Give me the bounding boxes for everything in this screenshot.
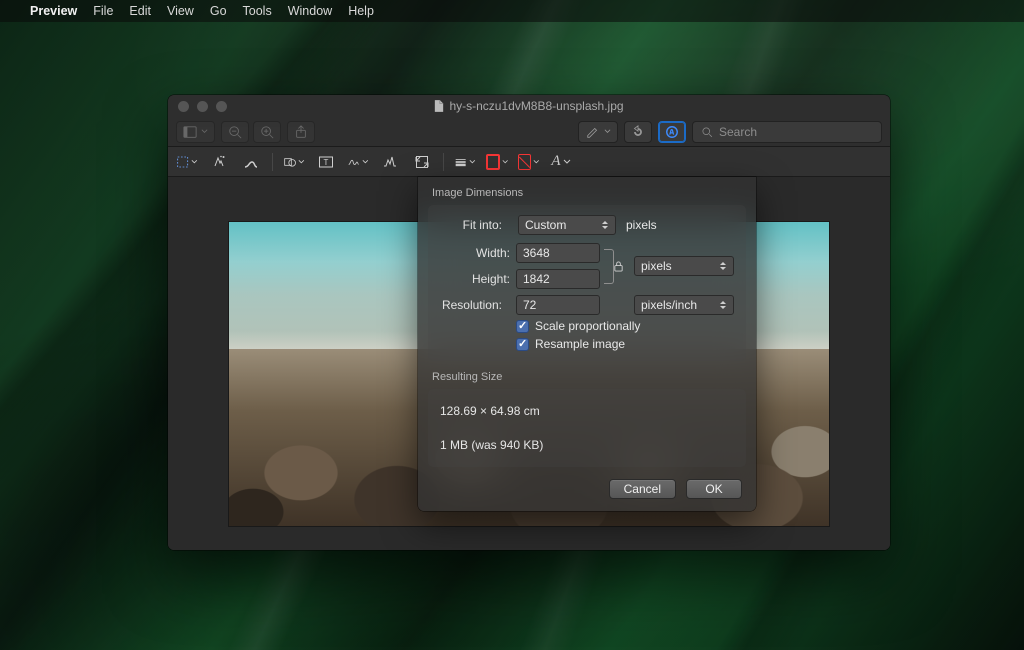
fit-into-select[interactable]: Custom (518, 215, 616, 235)
markup-toggle-button[interactable] (658, 121, 686, 143)
resolution-field[interactable] (516, 295, 600, 315)
resample-image-checkbox[interactable] (516, 338, 529, 351)
menu-window[interactable]: Window (288, 4, 332, 18)
window-titlebar[interactable]: hy-s-nczu1dvM8B8-unsplash.jpg (168, 95, 890, 117)
sketch-button[interactable] (240, 151, 262, 173)
document-canvas-area: Image Dimensions Fit into: Custom pixels… (168, 177, 890, 550)
shape-style-button[interactable] (454, 151, 476, 173)
lock-aspect-icon[interactable] (613, 260, 624, 273)
shapes-button[interactable] (283, 151, 305, 173)
menu-file[interactable]: File (93, 4, 113, 18)
width-field[interactable] (516, 243, 600, 263)
file-icon (434, 100, 444, 112)
section-resulting-size: Resulting Size (432, 371, 756, 383)
fill-color-button[interactable] (518, 151, 540, 173)
app-menu[interactable]: Preview (30, 4, 77, 18)
section-image-dimensions: Image Dimensions (432, 187, 756, 199)
adjust-size-button[interactable] (411, 151, 433, 173)
fit-into-label: Fit into: (440, 218, 502, 232)
scale-proportionally-label: Scale proportionally (535, 319, 640, 333)
menu-edit[interactable]: Edit (129, 4, 151, 18)
share-button[interactable] (287, 121, 315, 143)
fill-color-swatch (518, 154, 531, 170)
search-icon (701, 126, 713, 138)
markup-toolbar: T A (168, 147, 890, 177)
adjust-color-button[interactable] (379, 151, 401, 173)
zoom-out-button[interactable] (221, 121, 249, 143)
resulting-dimensions: 128.69 × 64.98 cm (440, 404, 734, 418)
window-zoom-button[interactable] (216, 101, 227, 112)
resample-image-label: Resample image (535, 337, 625, 351)
preview-window: hy-s-nczu1dvM8B8-unsplash.jpg (168, 95, 890, 550)
cancel-button[interactable]: Cancel (609, 479, 676, 499)
window-title: hy-s-nczu1dvM8B8-unsplash.jpg (449, 99, 623, 113)
instant-alpha-button[interactable] (208, 151, 230, 173)
height-label: Height: (440, 272, 510, 286)
svg-text:T: T (324, 158, 329, 167)
text-style-button[interactable]: A (550, 151, 572, 173)
resolution-label: Resolution: (440, 298, 502, 312)
ok-button[interactable]: OK (686, 479, 742, 499)
dimension-unit-select[interactable]: pixels (634, 256, 734, 276)
view-sidebar-button[interactable] (176, 121, 215, 143)
height-field[interactable] (516, 269, 600, 289)
menu-tools[interactable]: Tools (243, 4, 272, 18)
menu-view[interactable]: View (167, 4, 194, 18)
menu-help[interactable]: Help (348, 4, 374, 18)
menu-go[interactable]: Go (210, 4, 227, 18)
zoom-in-button[interactable] (253, 121, 281, 143)
width-label: Width: (440, 246, 510, 260)
resulting-filesize: 1 MB (was 940 KB) (440, 438, 734, 452)
fit-into-unit: pixels (626, 218, 734, 232)
search-placeholder: Search (719, 125, 757, 139)
window-minimize-button[interactable] (197, 101, 208, 112)
window-close-button[interactable] (178, 101, 189, 112)
scale-proportionally-checkbox[interactable] (516, 320, 529, 333)
text-button[interactable]: T (315, 151, 337, 173)
highlight-button[interactable] (578, 121, 618, 143)
selection-tool-button[interactable] (176, 151, 198, 173)
adjust-size-dialog: Image Dimensions Fit into: Custom pixels… (418, 177, 756, 511)
search-field[interactable]: Search (692, 121, 882, 143)
border-color-button[interactable] (486, 151, 508, 173)
window-toolbar: Search (168, 117, 890, 147)
sign-button[interactable] (347, 151, 369, 173)
rotate-button[interactable] (624, 121, 652, 143)
border-color-swatch (486, 154, 500, 170)
resolution-unit-select[interactable]: pixels/inch (634, 295, 734, 315)
menu-bar: Preview File Edit View Go Tools Window H… (0, 0, 1024, 22)
